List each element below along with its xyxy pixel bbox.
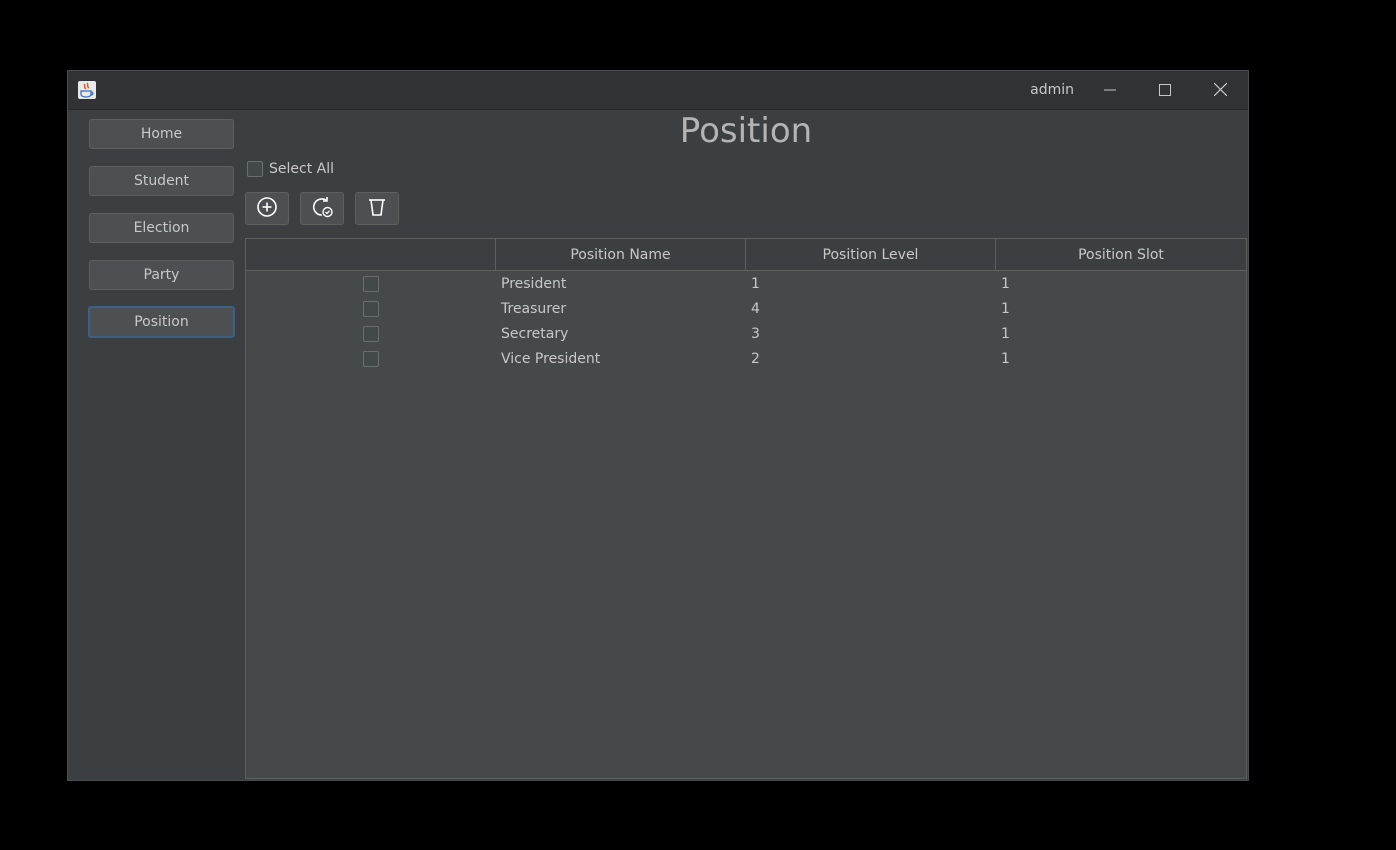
position-name-cell: Secretary [501,325,569,342]
sidebar-item-home[interactable]: Home [89,119,234,149]
position-level-cell: 3 [751,325,760,342]
row-select-cell [246,350,496,367]
column-header-position-level[interactable]: Position Level [746,239,996,270]
row-select-cell [246,275,496,292]
minimize-icon [1104,81,1116,100]
maximize-button[interactable] [1142,75,1188,105]
sidebar-item-student[interactable]: Student [89,166,234,196]
close-icon [1213,81,1227,100]
position-name-cell: President [501,275,567,292]
position-slot-cell: 1 [1001,300,1010,317]
refresh-check-icon [310,195,334,223]
column-header-select[interactable] [246,239,496,270]
current-user-label: admin [1030,82,1074,98]
java-app-icon [78,81,96,99]
add-button[interactable] [245,192,289,225]
position-level-cell: 2 [751,350,760,367]
table-row[interactable]: Secretary 3 1 [246,321,1246,346]
row-select-cell [246,300,496,317]
column-header-position-name[interactable]: Position Name [496,239,746,270]
position-name-cell: Treasurer [501,300,567,317]
position-level-cell: 4 [751,300,760,317]
table-row[interactable]: Treasurer 4 1 [246,296,1246,321]
update-button[interactable] [300,192,344,225]
table-row[interactable]: President 1 1 [246,271,1246,296]
positions-table: Position Name Position Level Position Sl… [245,238,1247,779]
minimize-button[interactable] [1087,75,1133,105]
sidebar-item-party[interactable]: Party [89,260,234,290]
sidebar-item-election[interactable]: Election [89,213,234,243]
page-title: Position [679,111,813,151]
delete-bin-icon [366,196,388,222]
maximize-icon [1159,81,1171,100]
position-slot-cell: 1 [1001,325,1010,342]
close-button[interactable] [1197,75,1243,105]
position-name-cell: Vice President [501,350,601,367]
position-slot-cell: 1 [1001,275,1010,292]
column-header-position-slot[interactable]: Position Slot [996,239,1246,270]
position-slot-cell: 1 [1001,350,1010,367]
title-bar[interactable]: admin [68,71,1248,110]
delete-button[interactable] [355,192,399,225]
table-row[interactable]: Vice President 2 1 [246,346,1246,371]
row-checkbox[interactable] [363,275,379,292]
select-all-label: Select All [269,161,334,177]
row-select-cell [246,325,496,342]
sidebar-item-position[interactable]: Position [88,306,235,338]
select-all-checkbox[interactable]: Select All [247,161,334,177]
row-checkbox[interactable] [363,325,379,342]
position-level-cell: 1 [751,275,760,292]
row-checkbox[interactable] [363,350,379,367]
select-all-box[interactable] [247,161,263,177]
table-header: Position Name Position Level Position Sl… [246,239,1246,271]
row-checkbox[interactable] [363,300,379,317]
app-window: admin Home Student Election Party Positi… [67,70,1249,781]
add-circle-icon [256,196,278,222]
